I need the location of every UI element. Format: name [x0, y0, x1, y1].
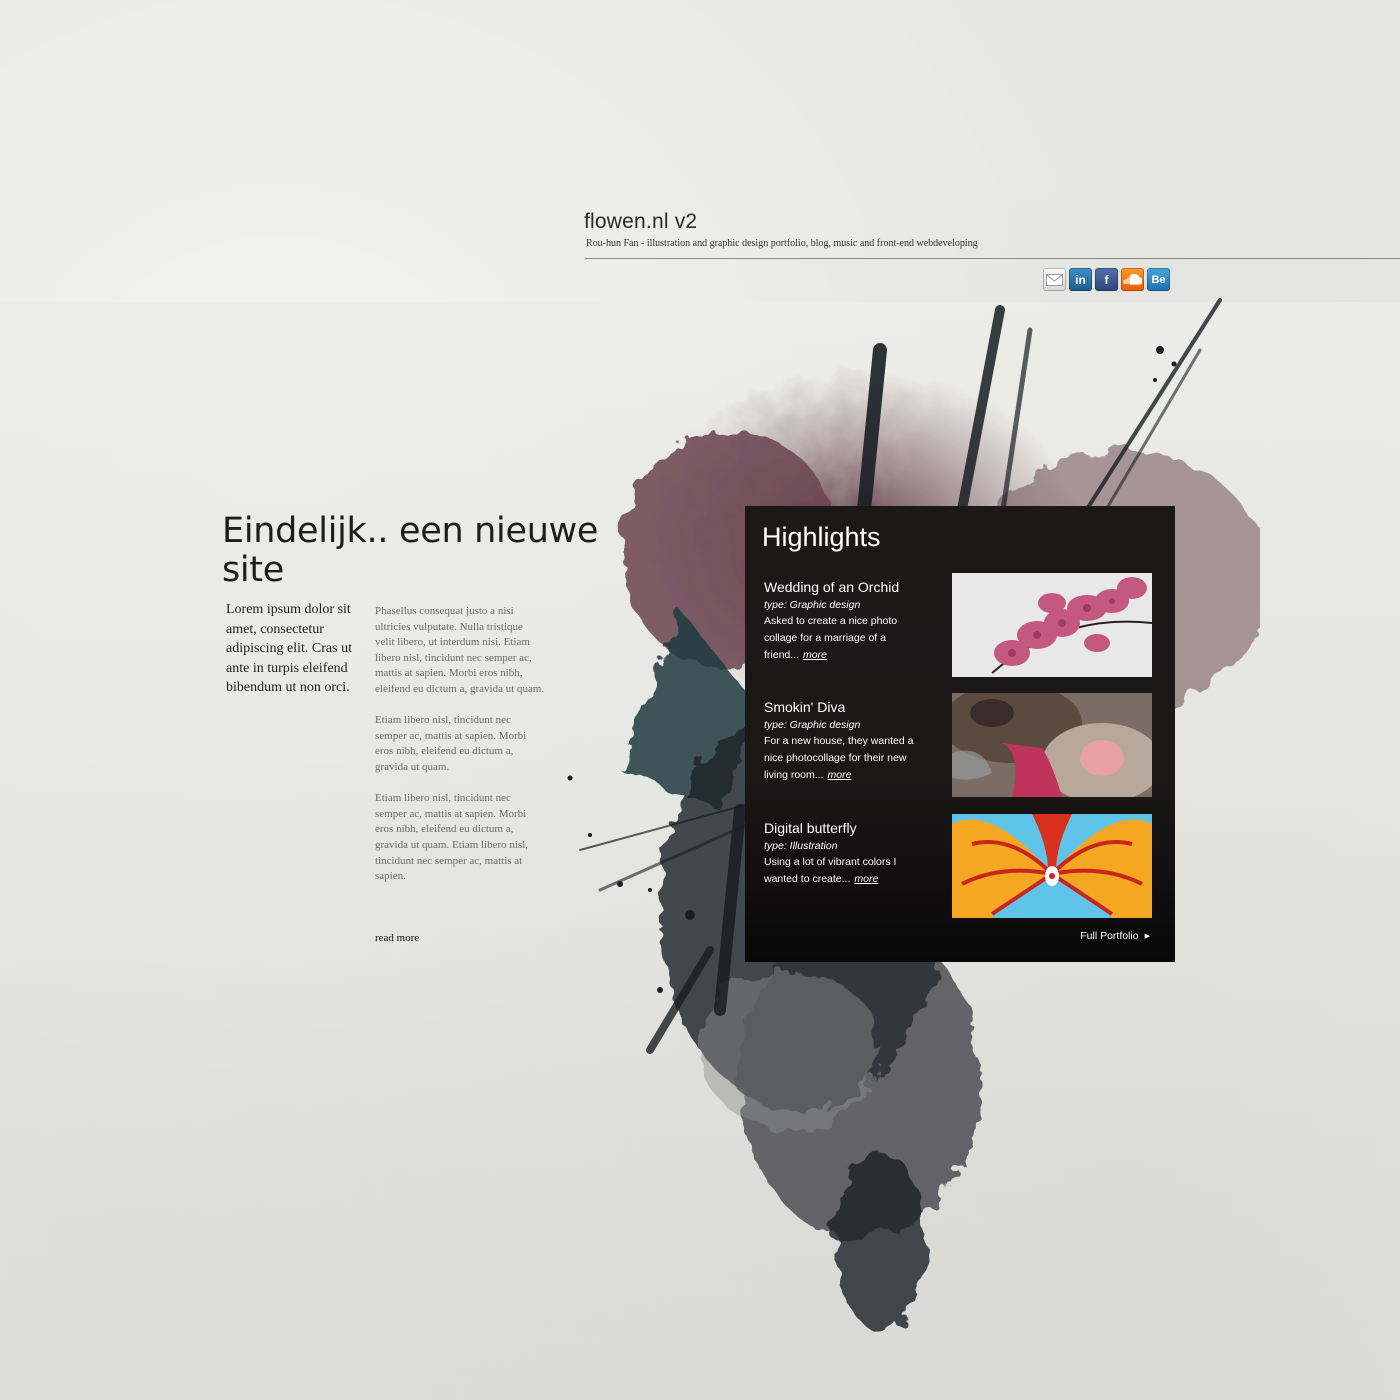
body-paragraph: Phasellus consequat justo a nisi ultrici… [375, 605, 545, 695]
diva-thumbnail[interactable] [952, 693, 1152, 797]
social-links: in f Be [1043, 268, 1170, 291]
header-divider [585, 258, 1400, 259]
read-more-link[interactable]: read more [375, 932, 419, 944]
highlight-item: Digital butterfly type: Illustration Usi… [764, 814, 1154, 918]
facebook-icon[interactable]: f [1095, 268, 1118, 291]
highlight-description: Asked to create a nice photo collage for… [764, 613, 929, 664]
mail-icon[interactable] [1043, 268, 1066, 291]
body-paragraph: Etiam libero nisl, tincidunt nec semper … [375, 714, 527, 773]
more-link[interactable]: more [854, 873, 878, 885]
arrow-right-icon: ▶ [1144, 933, 1150, 941]
body-paragraph: Etiam libero nisl, tincidunt nec semper … [375, 792, 529, 883]
linkedin-icon[interactable]: in [1069, 268, 1092, 291]
orchid-thumbnail[interactable] [952, 573, 1152, 677]
highlight-description: For a new house, they wanted a nice phot… [764, 733, 929, 784]
highlight-item: Smokin' Diva type: Graphic design For a … [764, 693, 1154, 797]
soundcloud-icon[interactable] [1121, 268, 1144, 291]
more-link[interactable]: more [803, 649, 827, 661]
page-headline: Eindelijk.. een nieuwe site [222, 511, 599, 590]
behance-icon[interactable]: Be [1147, 268, 1170, 291]
full-portfolio-link[interactable]: Full Portfolio ▶ [1080, 930, 1150, 942]
highlights-panel: Highlights Wedding of an Orchid type: Gr… [745, 506, 1175, 962]
body-text: Phasellus consequat justo a nisi ultrici… [375, 604, 545, 900]
highlights-title: Highlights [762, 522, 881, 552]
site-subtitle: Rou-hun Fan - illustration and graphic d… [586, 238, 978, 249]
butterfly-thumbnail[interactable] [952, 814, 1152, 918]
description-text: Asked to create a nice photo collage for… [764, 615, 898, 661]
site-title[interactable]: flowen.nl v2 [584, 210, 697, 234]
full-portfolio-label: Full Portfolio [1080, 930, 1139, 942]
intro-text: Lorem ipsum dolor sit amet, consectetur … [226, 602, 352, 695]
more-link[interactable]: more [828, 769, 852, 781]
highlight-item: Wedding of an Orchid type: Graphic desig… [764, 573, 1154, 677]
highlight-description: Using a lot of vibrant colors I wanted t… [764, 854, 929, 888]
